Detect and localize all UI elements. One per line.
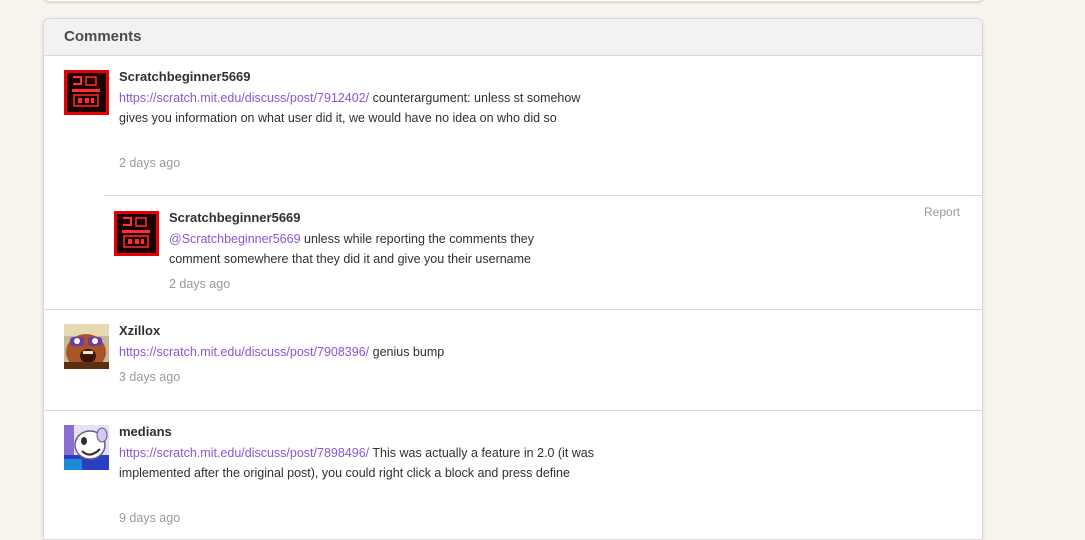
avatar[interactable] bbox=[64, 324, 109, 369]
previous-section-box bbox=[43, 0, 984, 2]
comment-link[interactable]: https://scratch.mit.edu/discuss/post/790… bbox=[119, 345, 369, 359]
comment-username[interactable]: Xzillox bbox=[119, 323, 160, 338]
report-button[interactable]: Report bbox=[924, 205, 960, 219]
cartoon-creature-avatar-icon bbox=[64, 425, 109, 470]
avatar[interactable] bbox=[114, 211, 159, 256]
comment-timestamp: 2 days ago bbox=[169, 277, 231, 291]
avatar[interactable] bbox=[64, 425, 109, 470]
comment-divider bbox=[44, 410, 982, 411]
comment-body: https://scratch.mit.edu/discuss/post/791… bbox=[119, 88, 604, 128]
pixel-art-avatar-icon bbox=[64, 70, 109, 115]
comment-link[interactable]: https://scratch.mit.edu/discuss/post/791… bbox=[119, 91, 369, 105]
comments-section: Comments Scratchbeginner5669 https://scr… bbox=[43, 18, 983, 540]
comment-mention-link[interactable]: @Scratchbeginner5669 bbox=[169, 232, 301, 246]
comment-text: genius bump bbox=[369, 345, 445, 359]
comment-username[interactable]: Scratchbeginner5669 bbox=[119, 69, 251, 84]
comment-username[interactable]: medians bbox=[119, 424, 172, 439]
reply-divider bbox=[104, 195, 982, 196]
pixel-art-avatar-icon bbox=[114, 211, 159, 256]
comment-body: https://scratch.mit.edu/discuss/post/790… bbox=[119, 342, 604, 362]
comment-divider bbox=[44, 309, 982, 310]
comment-body: @Scratchbeginner5669 unless while report… bbox=[169, 229, 569, 269]
comment-timestamp: 9 days ago bbox=[119, 511, 181, 525]
comment-timestamp: 3 days ago bbox=[119, 370, 181, 384]
comments-header: Comments bbox=[44, 19, 982, 56]
comment-link[interactable]: https://scratch.mit.edu/discuss/post/789… bbox=[119, 446, 369, 460]
comment-body: https://scratch.mit.edu/discuss/post/789… bbox=[119, 443, 604, 483]
comment-username[interactable]: Scratchbeginner5669 bbox=[169, 210, 301, 225]
comments-title: Comments bbox=[64, 28, 142, 45]
comment-timestamp: 2 days ago bbox=[119, 156, 181, 170]
avatar[interactable] bbox=[64, 70, 109, 115]
cartoon-face-avatar-icon bbox=[64, 324, 109, 369]
